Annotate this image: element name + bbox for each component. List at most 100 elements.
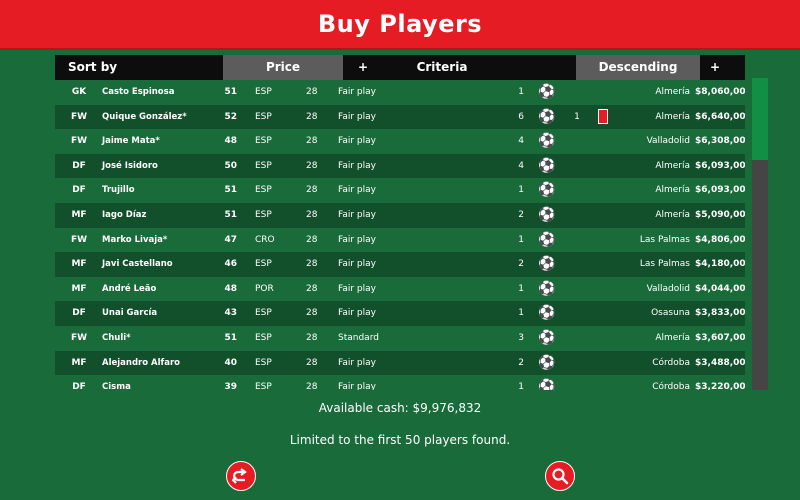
player-rating: 51: [224, 332, 237, 343]
scrollbar[interactable]: [752, 78, 768, 390]
table-header: Sort by Price + Criteria Descending +: [55, 55, 745, 80]
player-row[interactable]: FW Marko Livaja* 47 CRO 28 Fair play 1 ⚽ Las Pal…: [55, 227, 745, 253]
player-nationality: ESP: [255, 185, 272, 196]
player-row[interactable]: DF José Isidoro 50 ESP 28 Fair play 4 ⚽ Almería $…: [55, 153, 745, 179]
player-row[interactable]: MF Alejandro Alfaro 40 ESP 28 Fair play 2 ⚽ Córd…: [55, 350, 745, 376]
player-name: Chuli*: [102, 332, 131, 343]
page-title: Buy Players: [317, 10, 483, 38]
player-row[interactable]: FW Jaime Mata* 48 ESP 28 Fair play 4 ⚽ Valladoli…: [55, 129, 745, 154]
player-criteria: Fair play: [338, 357, 376, 368]
player-row[interactable]: DF Cisma 39 ESP 28 Fair play 1 ⚽ Córdoba $3,220,0…: [55, 375, 745, 390]
player-club: Las Palmas: [639, 259, 690, 270]
player-rating: 50: [224, 160, 237, 171]
player-nationality: ESP: [255, 160, 272, 171]
search-icon: [552, 468, 569, 485]
player-row[interactable]: MF André Leão 48 POR 28 Fair play 1 ⚽ Valladolid…: [55, 276, 745, 302]
sort-field-selector[interactable]: Price: [223, 55, 343, 80]
soccer-ball-icon: ⚽: [538, 329, 556, 346]
player-criteria: Fair play: [338, 283, 376, 294]
player-criteria: Fair play: [338, 308, 376, 319]
player-club: Osasuna: [651, 308, 690, 319]
soccer-ball-icon: ⚽: [538, 182, 556, 199]
player-position: FW: [70, 234, 88, 245]
soccer-ball-icon: ⚽: [538, 157, 556, 174]
player-price: $5,090,000: [695, 209, 745, 220]
players-table: Sort by Price + Criteria Descending + GK…: [55, 55, 745, 390]
player-rating: 43: [224, 308, 237, 319]
player-club: Almería: [655, 185, 690, 196]
player-price: $8,060,000: [695, 87, 745, 97]
criteria-label: Criteria: [416, 60, 468, 74]
player-nationality: ESP: [255, 111, 272, 122]
sort-field-next-button[interactable]: +: [355, 55, 371, 80]
player-price: $3,488,000: [695, 357, 745, 368]
player-count: 1: [518, 283, 524, 294]
player-criteria: Fair play: [338, 136, 376, 147]
player-price: $6,093,000: [695, 160, 745, 171]
player-count: 1: [518, 382, 524, 390]
player-row[interactable]: FW Quique González* 52 ESP 28 Fair play 6 ⚽ 1 Alm…: [55, 104, 745, 130]
player-price: $4,806,000: [695, 234, 745, 245]
player-name: Quique González*: [102, 111, 187, 122]
soccer-ball-icon: ⚽: [538, 206, 556, 223]
player-count: 3: [518, 332, 524, 343]
player-age: 28: [306, 283, 318, 294]
player-age: 28: [306, 382, 318, 390]
player-club: Córdoba: [652, 357, 690, 368]
player-count: 1: [518, 308, 524, 319]
sort-order-selector[interactable]: Descending: [576, 55, 700, 80]
player-position: GK: [71, 87, 87, 97]
sort-by-label: Sort by: [68, 60, 118, 74]
soccer-ball-icon: ⚽: [538, 256, 556, 273]
player-rating: 52: [224, 111, 237, 122]
player-row[interactable]: DF Unai García 43 ESP 28 Fair play 1 ⚽ Osasuna $3…: [55, 301, 745, 326]
player-criteria: Fair play: [338, 259, 376, 270]
player-count: 1: [518, 87, 524, 97]
player-name: Jaime Mata*: [102, 136, 160, 147]
player-row[interactable]: MF Javi Castellano 46 ESP 28 Fair play 2 ⚽ Las P…: [55, 252, 745, 277]
player-position: FW: [70, 136, 88, 147]
player-age: 28: [306, 185, 318, 196]
soccer-ball-icon: ⚽: [538, 305, 556, 322]
player-name: Alejandro Alfaro: [102, 357, 180, 368]
player-rating: 48: [224, 136, 237, 147]
back-arrow-icon: [232, 468, 247, 484]
soccer-ball-icon: ⚽: [538, 133, 556, 150]
player-nationality: ESP: [255, 209, 272, 220]
player-position: FW: [70, 332, 88, 343]
back-button[interactable]: [226, 461, 256, 491]
player-position: MF: [71, 209, 87, 220]
player-name: Cisma: [102, 382, 131, 390]
player-position: FW: [70, 111, 88, 122]
player-rating: 51: [224, 87, 237, 97]
player-price: $3,220,000: [695, 382, 745, 390]
player-age: 28: [306, 234, 318, 245]
search-button[interactable]: [545, 461, 575, 491]
player-rating: 40: [224, 357, 237, 368]
player-nationality: ESP: [255, 87, 272, 97]
player-row[interactable]: MF Iago Díaz 51 ESP 28 Fair play 2 ⚽ Almería $5,0…: [55, 202, 745, 228]
player-count: 4: [518, 136, 524, 147]
player-age: 28: [306, 332, 318, 343]
player-count: 2: [518, 209, 524, 220]
soccer-ball-icon: ⚽: [538, 231, 556, 248]
player-count: 2: [518, 259, 524, 270]
player-criteria: Fair play: [338, 87, 376, 97]
player-count: 1: [518, 234, 524, 245]
player-row[interactable]: DF Trujillo 51 ESP 28 Fair play 1 ⚽ Almería $6,09…: [55, 178, 745, 203]
player-rating: 47: [224, 234, 237, 245]
player-name: Javi Castellano: [102, 259, 173, 270]
player-row[interactable]: FW Chuli* 51 ESP 28 Standard 3 ⚽ Almería $3,607,0…: [55, 325, 745, 351]
player-name: Trujillo: [102, 185, 135, 196]
player-count: 1: [518, 185, 524, 196]
player-age: 28: [306, 160, 318, 171]
sort-order-next-button[interactable]: +: [707, 55, 723, 80]
player-age: 28: [306, 357, 318, 368]
player-nationality: ESP: [255, 136, 272, 147]
available-cash: Available cash: $9,976,832: [318, 401, 482, 415]
player-name: Iago Díaz: [102, 209, 147, 220]
player-count: 6: [518, 111, 524, 122]
player-row[interactable]: GK Casto Espinosa 51 ESP 28 Fair play 1 ⚽ Almerí…: [55, 80, 745, 105]
scrollbar-thumb[interactable]: [752, 78, 768, 160]
player-name: Marko Livaja*: [102, 234, 168, 245]
